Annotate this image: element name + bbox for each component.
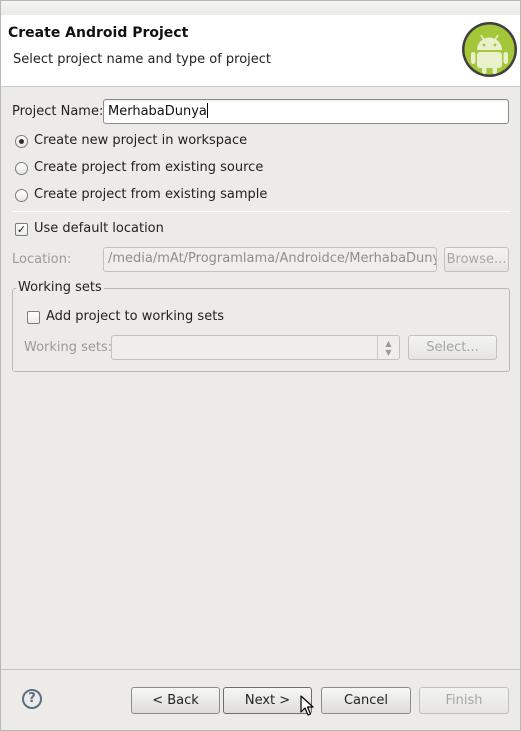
help-icon[interactable]: ?: [22, 689, 42, 709]
footer-divider: [1, 669, 520, 670]
location-label: Location:: [12, 252, 72, 267]
radio-existing-source[interactable]: [15, 162, 28, 175]
radio-existing-sample-label[interactable]: Create project from existing sample: [34, 187, 267, 202]
working-sets-group-title: Working sets: [16, 280, 104, 295]
finish-button[interactable]: Finish: [419, 687, 509, 714]
window-top-strip: [1, 1, 520, 15]
radio-existing-sample[interactable]: [15, 189, 28, 202]
add-to-working-sets-label[interactable]: Add project to working sets: [46, 309, 224, 324]
project-name-input[interactable]: MerhabaDunya: [103, 99, 509, 124]
create-android-project-dialog: Create Android Project Select project na…: [0, 0, 521, 731]
browse-button[interactable]: Browse...: [444, 247, 509, 272]
section-divider: [12, 211, 510, 212]
select-working-sets-button[interactable]: Select...: [408, 335, 497, 360]
use-default-location-checkbox[interactable]: ✓: [15, 223, 28, 236]
dialog-header: Create Android Project Select project na…: [1, 15, 520, 87]
project-name-label: Project Name:: [12, 104, 104, 119]
location-input[interactable]: /media/mAt/Programlama/Androidce/Merhaba…: [103, 247, 437, 272]
radio-new-project-label[interactable]: Create new project in workspace: [34, 133, 247, 148]
working-sets-combo[interactable]: ▲ ▼: [111, 335, 400, 360]
use-default-location-label[interactable]: Use default location: [34, 221, 164, 236]
add-to-working-sets-checkbox[interactable]: [27, 311, 40, 324]
cancel-button[interactable]: Cancel: [321, 687, 411, 714]
combo-spinner-icon[interactable]: ▲ ▼: [377, 336, 399, 359]
dialog-description: Select project name and type of project: [13, 52, 272, 67]
mouse-pointer-icon: [300, 695, 314, 716]
working-sets-field-label: Working sets:: [24, 340, 113, 355]
project-name-value: MerhabaDunya: [108, 104, 207, 119]
android-logo-icon: [462, 22, 517, 77]
radio-existing-source-label[interactable]: Create project from existing source: [34, 160, 263, 175]
text-caret: [206, 103, 208, 118]
radio-new-project[interactable]: [15, 135, 28, 148]
back-button[interactable]: < Back: [131, 687, 220, 714]
next-button[interactable]: Next >: [223, 687, 312, 714]
dialog-title: Create Android Project: [8, 25, 189, 41]
